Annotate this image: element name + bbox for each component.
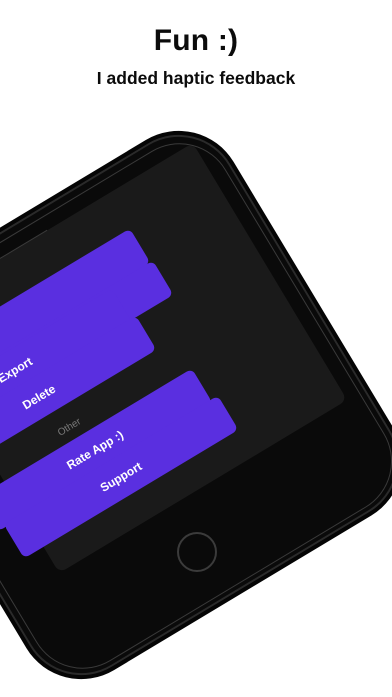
phone-mockup: Export Delete Other Rate App :) Support	[0, 0, 392, 697]
delete-label: Delete	[19, 381, 59, 413]
support-label: Support	[97, 459, 145, 495]
home-button-icon	[177, 532, 217, 572]
